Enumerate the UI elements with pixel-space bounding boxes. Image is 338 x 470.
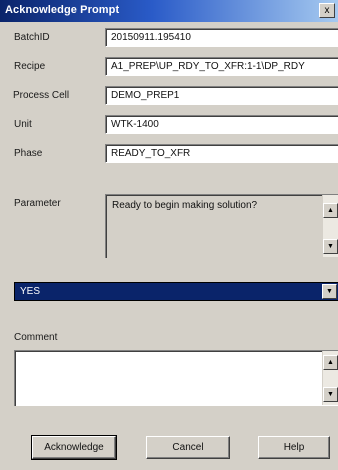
scroll-up-icon[interactable]: ▲ (323, 203, 338, 218)
comment-scroll-up-icon[interactable]: ▲ (323, 355, 338, 370)
phase-label: Phase (14, 148, 43, 159)
cancel-button[interactable]: Cancel (146, 436, 230, 459)
comment-textarea[interactable] (14, 350, 338, 406)
batchid-label: BatchID (14, 32, 50, 43)
comment-scroll-down-icon[interactable]: ▼ (323, 387, 338, 402)
unit-label: Unit (14, 119, 32, 130)
recipe-field[interactable]: A1_PREP\UP_RDY_TO_XFR:1-1\DP_RDY (105, 57, 338, 76)
scroll-down-icon[interactable]: ▼ (323, 239, 338, 254)
help-button[interactable]: Help (258, 436, 330, 459)
parameter-label: Parameter (14, 198, 61, 209)
title-bar[interactable]: Acknowledge Prompt x (0, 0, 338, 22)
process-cell-field[interactable]: DEMO_PREP1 (105, 86, 338, 105)
recipe-label: Recipe (14, 61, 46, 72)
parameter-field[interactable]: Ready to begin making solution? (105, 194, 338, 258)
batchid-field[interactable]: 20150911.195410 (105, 28, 338, 47)
response-select[interactable]: YES ▼ (14, 282, 338, 301)
comment-label: Comment (14, 332, 58, 343)
unit-field[interactable]: WTK-1400 (105, 115, 338, 134)
comment-scrollbar[interactable]: ▲ ▼ (322, 351, 338, 405)
phase-field[interactable]: READY_TO_XFR (105, 144, 338, 163)
close-icon[interactable]: x (319, 3, 335, 18)
process-cell-label: Process Cell (13, 90, 70, 101)
window-title: Acknowledge Prompt (5, 4, 120, 16)
acknowledge-prompt-dialog: Acknowledge Prompt x BatchID 20150911.19… (0, 0, 338, 470)
parameter-text: Ready to begin making solution? (112, 200, 258, 211)
parameter-scrollbar[interactable]: ▲ ▼ (322, 195, 338, 257)
acknowledge-button[interactable]: Acknowledge (31, 435, 117, 460)
chevron-down-icon[interactable]: ▼ (322, 284, 337, 299)
response-selected-value: YES (20, 286, 41, 297)
